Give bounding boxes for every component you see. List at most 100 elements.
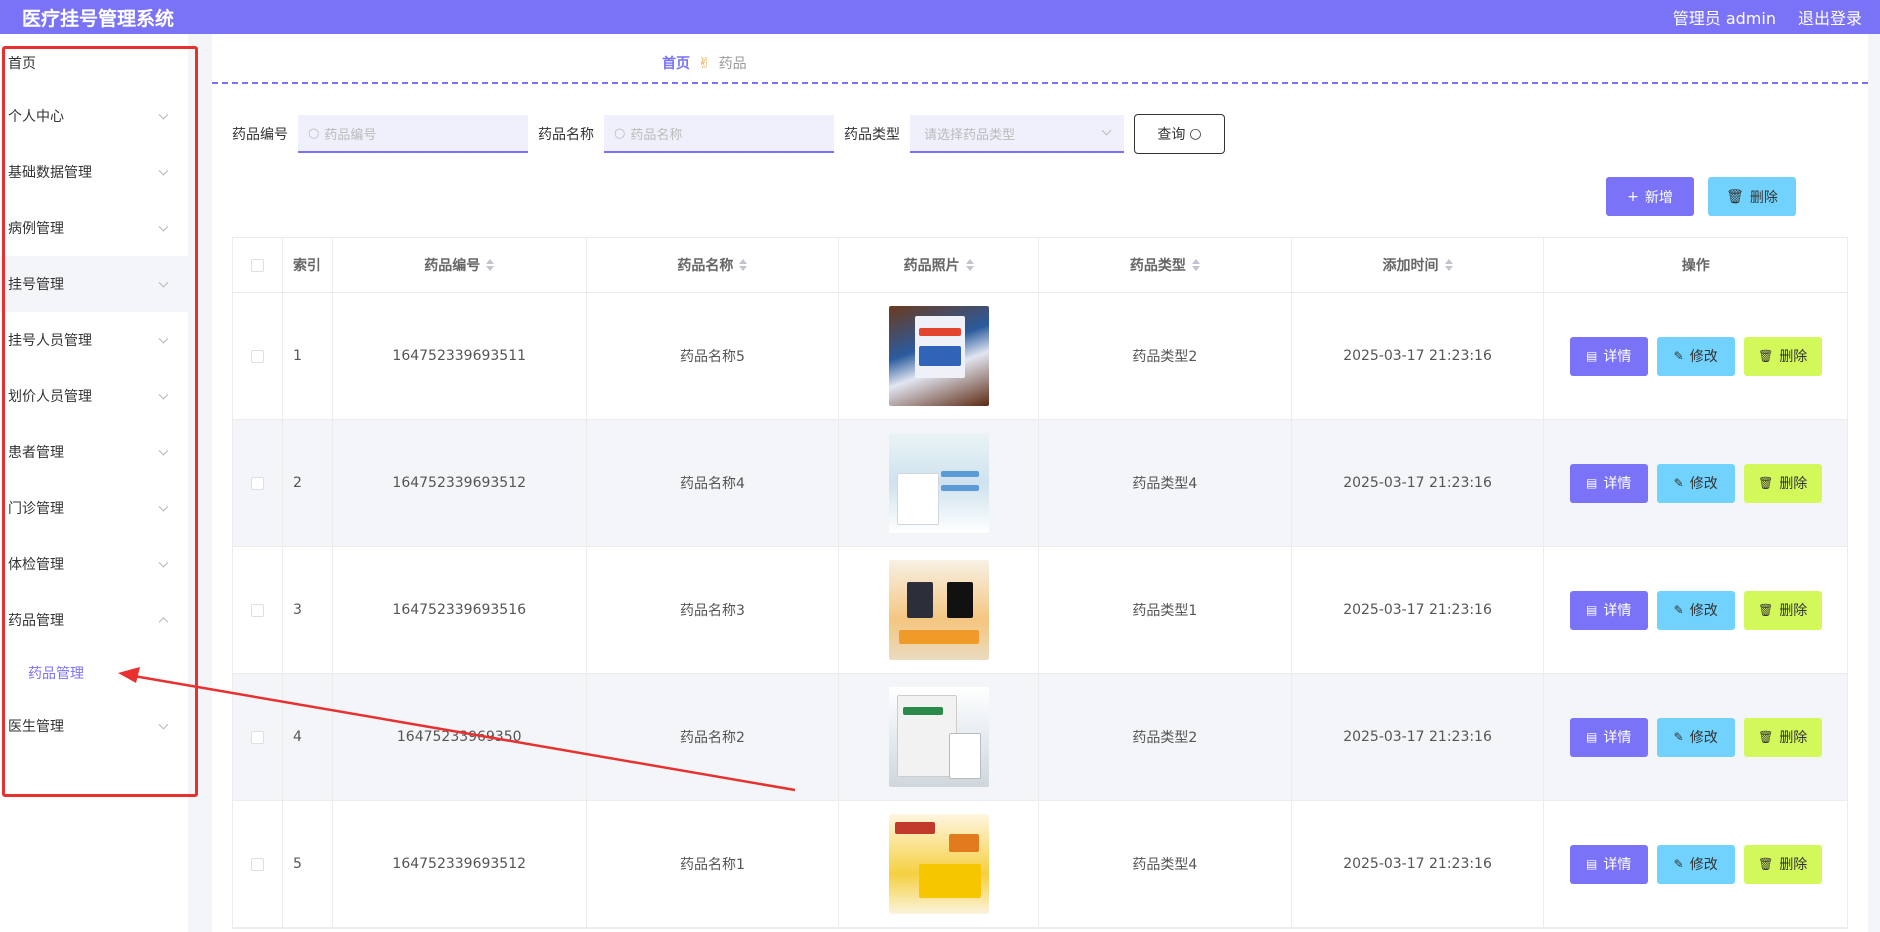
header-type[interactable]: 药品类型 bbox=[1039, 238, 1292, 292]
sidebar-item-pricing-staff[interactable]: 划价人员管理 bbox=[0, 368, 188, 424]
pencil-icon: ✎ bbox=[1673, 476, 1684, 490]
header-name[interactable]: 药品名称 bbox=[587, 238, 840, 292]
row-checkbox-cell bbox=[233, 547, 283, 673]
chevron-down-icon bbox=[158, 557, 169, 568]
sidebar-subitem-medicine-management[interactable]: 药品管理 bbox=[0, 648, 188, 698]
edit-label: 修改 bbox=[1689, 857, 1718, 873]
trash-icon: 🗑 bbox=[1758, 603, 1774, 617]
sidebar-item-basic-data[interactable]: 基础数据管理 bbox=[0, 144, 188, 200]
row-checkbox[interactable] bbox=[250, 730, 264, 744]
search-icon: ○ bbox=[614, 125, 626, 141]
logout-link[interactable]: 退出登录 bbox=[1798, 5, 1862, 29]
column-label: 索引 bbox=[292, 258, 321, 274]
sidebar-subitem-label: 药品管理 bbox=[28, 666, 84, 682]
detail-button[interactable]: ▤ 详情 bbox=[1569, 336, 1648, 376]
column-label: 药品编号 bbox=[424, 258, 481, 274]
edit-button[interactable]: ✎ 修改 bbox=[1656, 336, 1735, 376]
trash-icon: 🗑 bbox=[1758, 349, 1774, 363]
cell-index: 5 bbox=[283, 801, 333, 927]
select-all-checkbox[interactable] bbox=[250, 258, 264, 272]
sidebar-item-doctors[interactable]: 医生管理 bbox=[0, 698, 188, 754]
delete-label: 删除 bbox=[1779, 476, 1808, 492]
delete-button[interactable]: 🗑 删除 bbox=[1743, 717, 1822, 757]
row-checkbox[interactable] bbox=[250, 349, 264, 363]
bulk-delete-button[interactable]: 🗑 删除 bbox=[1708, 177, 1796, 216]
type-select[interactable]: 请选择药品类型 bbox=[910, 115, 1124, 153]
query-button[interactable]: 查询 ○ bbox=[1134, 114, 1225, 154]
edit-label: 修改 bbox=[1689, 730, 1718, 746]
name-label: 药品名称 bbox=[538, 127, 594, 143]
sidebar-item-patients[interactable]: 患者管理 bbox=[0, 424, 188, 480]
delete-button[interactable]: 🗑 删除 bbox=[1743, 336, 1822, 376]
detail-button[interactable]: ▤ 详情 bbox=[1569, 844, 1648, 884]
delete-button[interactable]: 🗑 删除 bbox=[1743, 463, 1822, 503]
chevron-down-icon bbox=[158, 445, 169, 456]
column-label: 药品类型 bbox=[1129, 258, 1186, 274]
edit-button[interactable]: ✎ 修改 bbox=[1656, 463, 1735, 503]
sidebar-item-home[interactable]: 首页 bbox=[0, 34, 188, 88]
table-row: 2 164752339693512 药品名称4 药品类型4 2025-03-17… bbox=[233, 420, 1847, 547]
sidebar-item-registration-staff[interactable]: 挂号人员管理 bbox=[0, 312, 188, 368]
sidebar-item-medicine[interactable]: 药品管理 bbox=[0, 592, 188, 648]
medicine-photo[interactable] bbox=[888, 306, 989, 406]
cell-type: 药品类型1 bbox=[1039, 547, 1292, 673]
name-search-input[interactable]: ○ 药品名称 bbox=[604, 115, 834, 153]
sort-icon[interactable] bbox=[486, 259, 495, 271]
sort-icon[interactable] bbox=[1444, 259, 1453, 271]
edit-button[interactable]: ✎ 修改 bbox=[1656, 590, 1735, 630]
cell-code: 164752339693516 bbox=[333, 547, 587, 673]
cell-type: 药品类型4 bbox=[1039, 420, 1292, 546]
cell-code: 164752339693511 bbox=[333, 293, 587, 419]
medicine-photo[interactable] bbox=[888, 560, 989, 660]
delete-button[interactable]: 🗑 删除 bbox=[1743, 844, 1822, 884]
user-label[interactable]: 管理员 admin bbox=[1673, 5, 1776, 29]
sidebar-item-cases[interactable]: 病例管理 bbox=[0, 200, 188, 256]
sidebar-item-registration[interactable]: 挂号管理 bbox=[0, 256, 188, 312]
sidebar-item-label: 患者管理 bbox=[8, 445, 64, 461]
detail-button[interactable]: ▤ 详情 bbox=[1569, 717, 1648, 757]
detail-label: 详情 bbox=[1603, 857, 1632, 873]
delete-label: 删除 bbox=[1779, 857, 1808, 873]
pencil-icon: ✎ bbox=[1673, 857, 1684, 871]
delete-label: 删除 bbox=[1749, 189, 1778, 206]
sidebar-item-label: 病例管理 bbox=[8, 221, 64, 237]
main-content: 首页 ✌ 药品 药品编号 ○ 药品编号 药品名称 ○ 药品名称 药品类型 请选择… bbox=[212, 34, 1868, 932]
search-icon: ○ bbox=[1189, 126, 1202, 142]
header-time[interactable]: 添加时间 bbox=[1292, 238, 1545, 292]
cell-time: 2025-03-17 21:23:16 bbox=[1292, 420, 1545, 546]
delete-button[interactable]: 🗑 删除 bbox=[1743, 590, 1822, 630]
row-checkbox[interactable] bbox=[250, 603, 264, 617]
edit-button[interactable]: ✎ 修改 bbox=[1656, 717, 1735, 757]
detail-button[interactable]: ▤ 详情 bbox=[1569, 590, 1648, 630]
sidebar-item-outpatient[interactable]: 门诊管理 bbox=[0, 480, 188, 536]
detail-button[interactable]: ▤ 详情 bbox=[1569, 463, 1648, 503]
cell-name: 药品名称1 bbox=[587, 801, 840, 927]
app-title: 医疗挂号管理系统 bbox=[22, 8, 175, 30]
sidebar-item-label: 体检管理 bbox=[8, 557, 64, 573]
breadcrumb-home[interactable]: 首页 bbox=[662, 53, 690, 73]
sort-icon[interactable] bbox=[965, 259, 974, 271]
medicine-photo[interactable] bbox=[888, 687, 989, 787]
sidebar-item-checkup[interactable]: 体检管理 bbox=[0, 536, 188, 592]
table-header-row: 索引 药品编号 药品名称 药品照片 药品类型 添加时间 操作 bbox=[233, 238, 1847, 293]
row-checkbox[interactable] bbox=[250, 857, 264, 871]
row-checkbox-cell bbox=[233, 801, 283, 927]
medicine-photo[interactable] bbox=[888, 814, 989, 914]
sidebar-item-label: 挂号管理 bbox=[8, 277, 64, 293]
add-button[interactable]: + 新增 bbox=[1606, 177, 1694, 216]
cell-code: 16475233969350 bbox=[333, 674, 587, 800]
medicine-photo[interactable] bbox=[888, 433, 989, 533]
sidebar-item-personal-center[interactable]: 个人中心 bbox=[0, 88, 188, 144]
edit-button[interactable]: ✎ 修改 bbox=[1656, 844, 1735, 884]
header-photo[interactable]: 药品照片 bbox=[839, 238, 1040, 292]
row-checkbox[interactable] bbox=[250, 476, 264, 490]
code-search-input[interactable]: ○ 药品编号 bbox=[298, 115, 528, 153]
chevron-down-icon bbox=[158, 719, 169, 730]
sort-icon[interactable] bbox=[1191, 259, 1200, 271]
chevron-down-icon bbox=[158, 277, 169, 288]
sidebar-item-label: 划价人员管理 bbox=[8, 389, 92, 405]
sort-icon[interactable] bbox=[739, 259, 748, 271]
plus-icon: + bbox=[1627, 188, 1639, 205]
cell-actions: ▤ 详情 ✎ 修改 🗑 删除 bbox=[1544, 547, 1847, 673]
header-code[interactable]: 药品编号 bbox=[333, 238, 587, 292]
